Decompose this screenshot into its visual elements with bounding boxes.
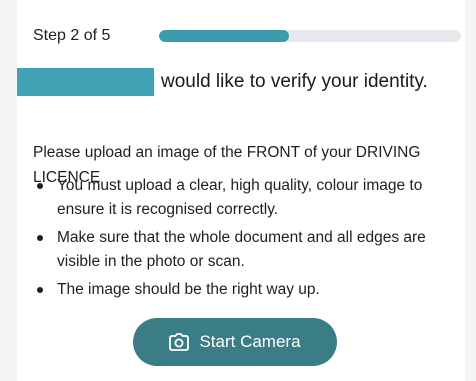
step-label: Step 2 of 5 [33,27,111,44]
progress-row: Step 2 of 5 [33,25,463,47]
list-item-text: The image should be the right way up. [57,281,320,298]
bullet-icon [37,183,43,189]
start-camera-label: Start Camera [199,332,301,351]
list-item: The image should be the right way up. [33,278,453,302]
list-item: You must upload a clear, high quality, c… [33,174,453,222]
redacted-company-name [17,68,154,96]
list-item: Make sure that the whole document and al… [33,226,453,274]
camera-icon [169,333,190,351]
page-heading: would like to verify your identity. [17,67,465,97]
list-item-text: Make sure that the whole document and al… [57,229,426,270]
bullet-icon [37,287,43,293]
progress-bar [159,30,461,42]
bullet-icon [37,235,43,241]
progress-fill [159,30,289,42]
list-item-text: You must upload a clear, high quality, c… [57,177,423,218]
heading-text: would like to verify your identity. [161,71,428,92]
instruction-list: You must upload a clear, high quality, c… [33,174,453,302]
start-camera-button[interactable]: Start Camera [133,318,337,366]
